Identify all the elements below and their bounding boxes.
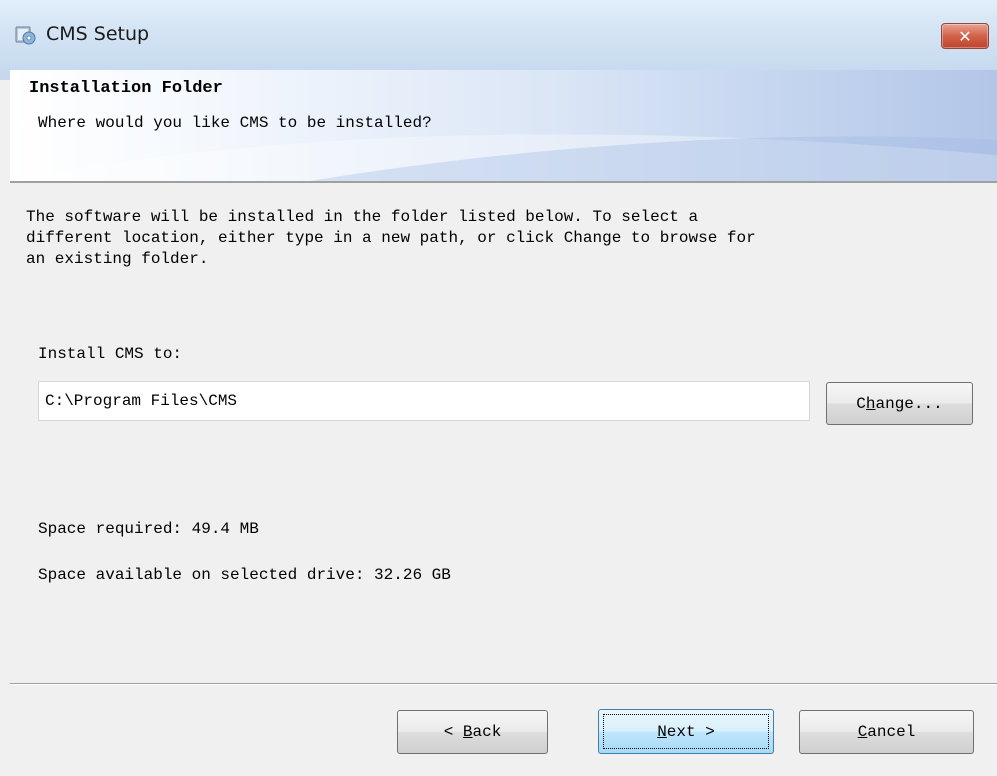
description-text: The software will be installed in the fo… — [26, 208, 756, 268]
page-subtitle: Where would you like CMS to be installed… — [38, 114, 432, 132]
window-title: CMS Setup — [46, 23, 150, 45]
close-button[interactable]: ✕ — [941, 23, 989, 49]
install-location-label: Install CMS to: — [38, 345, 183, 363]
wizard-header: Installation Folder Where would you like… — [10, 70, 997, 181]
space-available-text: Space available on selected drive: 32.26… — [38, 566, 451, 584]
title-bar[interactable]: CMS Setup ✕ — [0, 0, 997, 80]
footer-divider — [10, 683, 997, 685]
close-icon: ✕ — [958, 26, 972, 46]
setup-installer-icon — [15, 26, 36, 45]
space-required-text: Space required: 49.4 MB — [38, 520, 259, 538]
back-button-label: < Back — [443, 723, 502, 741]
change-button-label: Change... — [856, 394, 943, 413]
install-path-input[interactable] — [38, 381, 810, 421]
page-title: Installation Folder — [29, 79, 223, 98]
back-button[interactable]: < Back — [397, 710, 548, 754]
cancel-button[interactable]: Cancel — [799, 710, 974, 754]
next-button[interactable]: Next > — [598, 709, 774, 754]
change-button[interactable]: Change... — [826, 382, 973, 425]
focus-ring — [603, 714, 769, 749]
cancel-button-label: Cancel — [857, 723, 916, 741]
wizard-body — [10, 183, 997, 775]
